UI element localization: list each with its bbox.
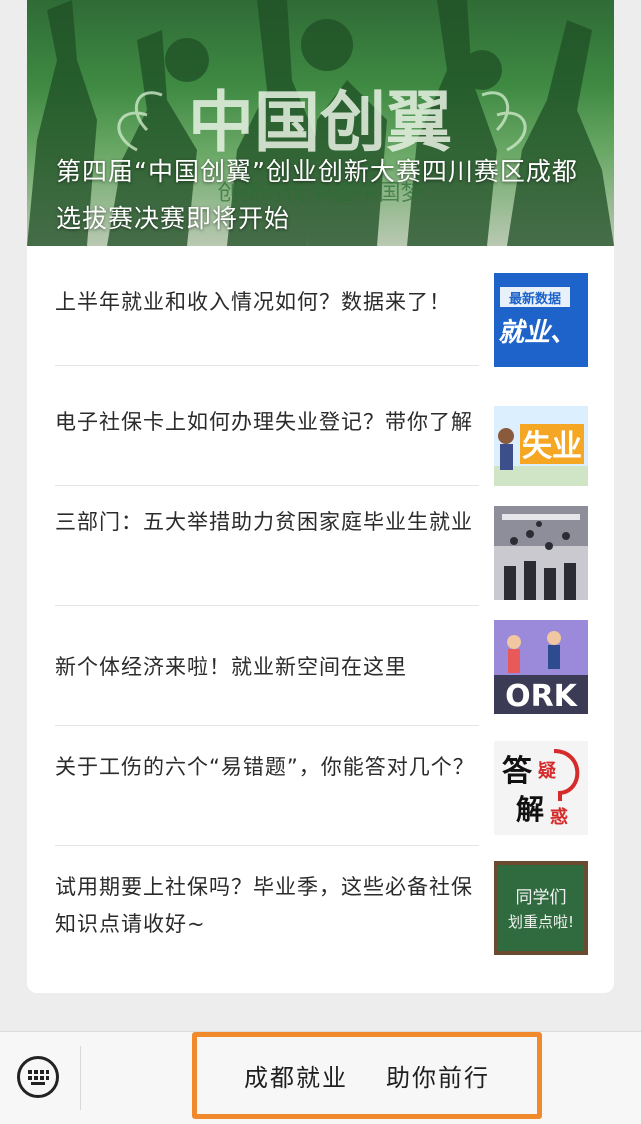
list-item[interactable]: 电子社保卡上如何办理失业登记？带你了解 失业 [27, 366, 614, 486]
article-title: 试用期要上社保吗？毕业季，这些必备社保知识点请收好~ [55, 875, 473, 936]
menu-item-zhuni-qianxing[interactable]: 助你前行 [386, 1058, 490, 1093]
list-item[interactable]: 三部门：五大举措助力贫困家庭毕业生就业 [27, 486, 614, 606]
article-thumbnail [494, 506, 588, 600]
article-title: 三部门：五大举措助力贫困家庭毕业生就业 [55, 510, 473, 534]
thumb-label-line1: 同学们 [516, 888, 567, 908]
article-title: 上半年就业和收入情况如何？数据来了！ [55, 290, 451, 314]
thumb-label-b: 疑 [538, 761, 556, 782]
thumb-label-main: 就业、 [498, 318, 576, 348]
article-list: 上半年就业和收入情况如何？数据来了！ 最新数据 就业、 电子社保卡上如何办理失业… [27, 246, 614, 966]
article-title: 关于工伤的六个“易错题”，你能答对几个？ [55, 755, 475, 779]
thumb-label-main: ORK [505, 679, 579, 714]
hero-banner[interactable]: 中国创翼 创新时代 共圆中国梦 第四届“中国创翼”创业创新大赛四川赛区成都选拔赛… [27, 0, 614, 246]
thumb-label-line2: 划重点啦! [508, 913, 574, 931]
custom-menu-highlight: 成都就业 助你前行 [192, 1032, 542, 1119]
article-thumbnail: ORK [494, 620, 588, 714]
article-thumbnail: 失业 [494, 406, 588, 486]
hero-title: 第四届“中国创翼”创业创新大赛四川赛区成都选拔赛决赛即将开始 [56, 157, 578, 233]
thumb-label-a: 答 [502, 754, 533, 789]
menu-divider [80, 1046, 81, 1110]
list-item[interactable]: 关于工伤的六个“易错题”，你能答对几个？ 答 疑 解 惑 [27, 726, 614, 846]
thumb-label-top: 最新数据 [509, 291, 561, 307]
article-title: 新个体经济来啦！就业新空间在这里 [55, 655, 407, 679]
thumb-label-c: 解 [516, 793, 544, 826]
article-thumbnail: 最新数据 就业、 [494, 273, 588, 367]
list-item[interactable]: 试用期要上社保吗？毕业季，这些必备社保知识点请收好~ 同学们 划重点啦! [27, 846, 614, 966]
article-thumbnail: 同学们 划重点啦! [494, 861, 588, 955]
news-card: 中国创翼 创新时代 共圆中国梦 第四届“中国创翼”创业创新大赛四川赛区成都选拔赛… [27, 0, 614, 993]
thumb-label-main: 失业 [522, 429, 582, 464]
list-item[interactable]: 新个体经济来啦！就业新空间在这里 ORK [27, 606, 614, 726]
menu-item-chengdu-jiuye[interactable]: 成都就业 [244, 1058, 348, 1093]
article-title: 电子社保卡上如何办理失业登记？带你了解 [55, 410, 473, 434]
thumb-label-d: 惑 [550, 806, 568, 828]
list-item[interactable]: 上半年就业和收入情况如何？数据来了！ 最新数据 就业、 [27, 246, 614, 367]
keyboard-icon[interactable] [17, 1056, 59, 1098]
article-thumbnail: 答 疑 解 惑 [494, 741, 588, 835]
